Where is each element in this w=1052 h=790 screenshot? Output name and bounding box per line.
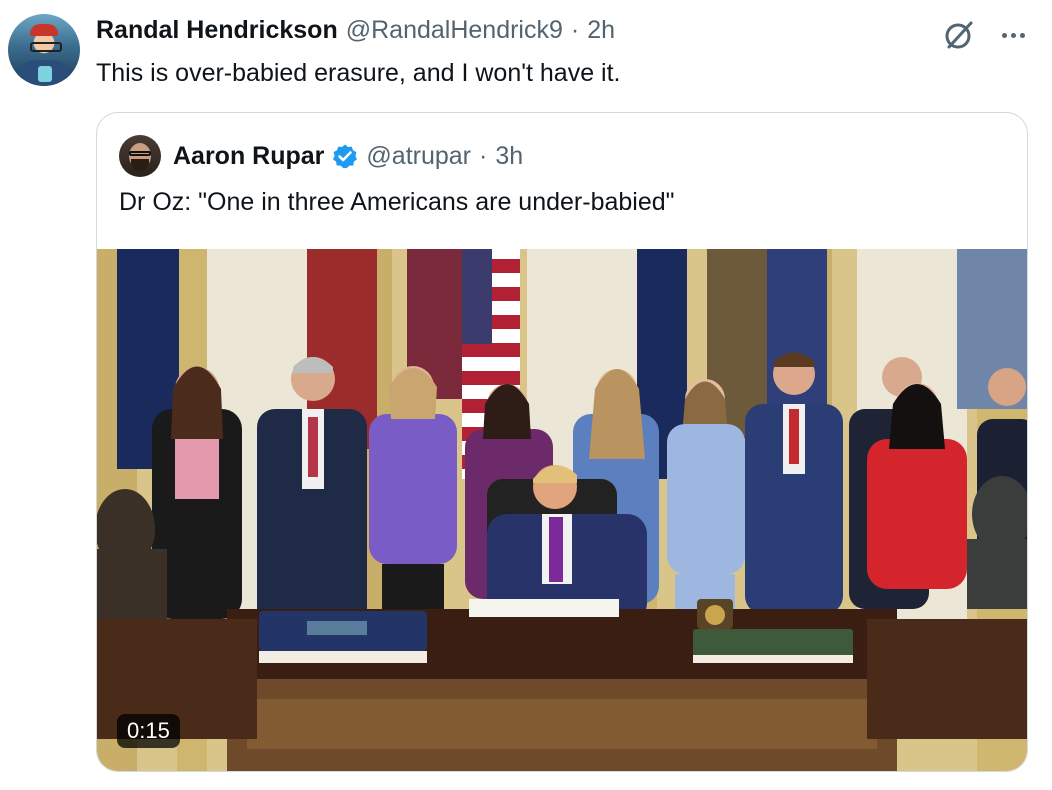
quoted-post-text: Dr Oz: "One in three Americans are under… (119, 188, 675, 216)
verified-badge-icon (333, 144, 358, 169)
author-handle[interactable]: @RandalHendrick9 (346, 16, 563, 45)
avatar-cap (30, 24, 58, 36)
avatar-drink (38, 66, 52, 82)
more-horizontal-icon[interactable] (996, 18, 1030, 52)
time-separator: · (570, 16, 580, 44)
author-name[interactable]: Randal Hendrickson (96, 16, 338, 45)
author-avatar[interactable] (8, 14, 80, 86)
avatar-beard (131, 159, 149, 171)
quoted-post-time[interactable]: 3h (495, 142, 523, 171)
more-dot (1019, 32, 1025, 38)
quoted-author-avatar[interactable] (119, 135, 161, 177)
more-dot (1010, 32, 1016, 38)
post-text: This is over-babied erasure, and I won't… (96, 59, 621, 87)
post-time[interactable]: 2h (587, 16, 615, 45)
quoted-post-header: Aaron Rupar @atrupar · 3h (119, 135, 523, 177)
more-dot (1001, 32, 1007, 38)
quoted-author-handle[interactable]: @atrupar (366, 142, 471, 171)
post-actions-top (942, 18, 1030, 52)
post-header: Randal Hendrickson @RandalHendrick9 · 2h (96, 16, 615, 48)
avatar-glasses (30, 42, 62, 52)
quoted-post[interactable]: Aaron Rupar @atrupar · 3h Dr Oz: "One in… (96, 112, 1028, 772)
video-player[interactable]: 0:15 (97, 249, 1027, 771)
grok-slash-circle-icon[interactable] (942, 18, 976, 52)
avatar-glasses (129, 151, 151, 156)
quoted-author-name[interactable]: Aaron Rupar (173, 142, 324, 171)
video-thumbnail (97, 249, 1027, 771)
time-separator: · (479, 141, 488, 170)
video-duration-badge: 0:15 (117, 714, 180, 748)
